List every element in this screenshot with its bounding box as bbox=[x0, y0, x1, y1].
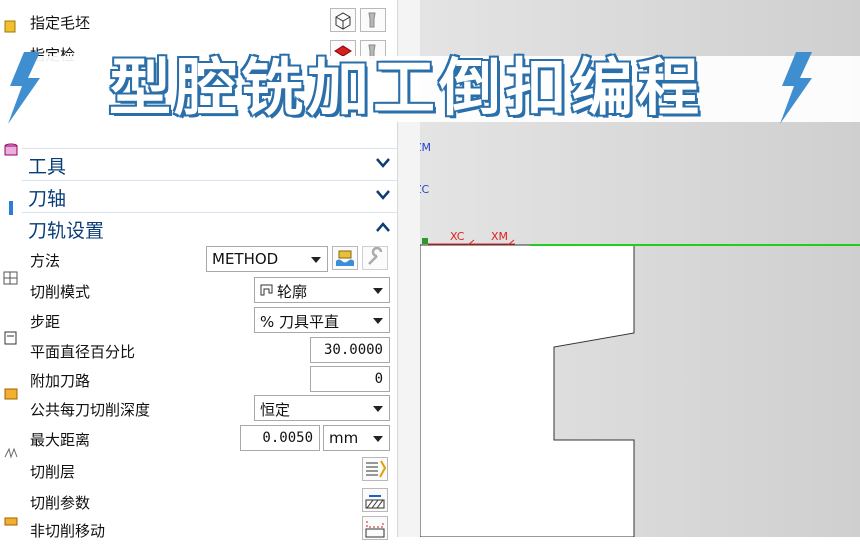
dropdown-arrow-icon bbox=[373, 406, 383, 412]
block-icon[interactable] bbox=[3, 385, 19, 401]
wrench-button[interactable] bbox=[362, 246, 388, 270]
wire-cube-icon bbox=[335, 12, 351, 30]
select-blank-button[interactable] bbox=[330, 8, 356, 32]
method-label: 方法 bbox=[30, 252, 61, 270]
stepover-row: 步距 % 刀具平直 bbox=[30, 305, 390, 335]
max-distance-label: 最大距离 bbox=[30, 431, 91, 449]
part-navigator-icon[interactable] bbox=[3, 18, 19, 34]
depth-per-cut-label: 公共每刀切削深度 bbox=[30, 401, 151, 419]
zm-label: ZM bbox=[420, 141, 431, 154]
cut-levels-button[interactable] bbox=[362, 457, 388, 481]
max-distance-input[interactable]: 0.0050 bbox=[240, 425, 320, 451]
cut-levels-icon bbox=[366, 460, 387, 478]
dropdown-arrow-icon bbox=[373, 288, 383, 294]
stepover-value: % 刀具平直 bbox=[260, 313, 340, 331]
method-dropdown[interactable]: METHOD bbox=[206, 246, 328, 272]
cut-pattern-row: 切削模式 轮廓 bbox=[30, 275, 390, 305]
cut-pattern-dropdown[interactable]: 轮廓 bbox=[254, 277, 390, 303]
cylinder-icon[interactable] bbox=[3, 142, 19, 158]
document-icon[interactable] bbox=[3, 330, 19, 346]
chevron-down-icon bbox=[376, 190, 390, 200]
origin-marker bbox=[422, 238, 428, 244]
flat-diameter-input[interactable]: 30.0000 bbox=[310, 337, 390, 363]
path-settings-section-header[interactable]: 刀轨设置 bbox=[22, 212, 397, 243]
grid-icon[interactable] bbox=[3, 270, 19, 286]
edit-method-button[interactable] bbox=[332, 246, 358, 270]
additional-passes-input[interactable]: 0 bbox=[310, 366, 390, 392]
method-water-icon bbox=[336, 250, 354, 266]
unit-dropdown[interactable]: mm bbox=[323, 425, 390, 451]
spring-icon[interactable] bbox=[3, 445, 19, 461]
dropdown-arrow-icon bbox=[311, 257, 321, 263]
chevron-up-icon bbox=[376, 222, 390, 232]
method-row: 方法 METHOD bbox=[30, 244, 390, 274]
depth-per-cut-row: 公共每刀切削深度 恒定 bbox=[30, 393, 390, 423]
flashlight-icon bbox=[368, 12, 376, 28]
non-cutting-icon bbox=[365, 521, 385, 538]
cut-params-button[interactable] bbox=[362, 488, 388, 512]
additional-passes-row: 附加刀路 0 bbox=[30, 364, 390, 394]
flat-diameter-label: 平面直径百分比 bbox=[30, 343, 136, 361]
cut-levels-label: 切削层 bbox=[30, 463, 76, 481]
cut-params-icon bbox=[365, 495, 385, 509]
display-blank-button[interactable] bbox=[360, 8, 386, 32]
xm-label: XM bbox=[491, 230, 508, 243]
non-cutting-label: 非切削移动 bbox=[30, 522, 106, 540]
specify-blank-label: 指定毛坯 bbox=[30, 14, 91, 32]
dropdown-arrow-icon bbox=[373, 436, 383, 442]
layers-icon[interactable] bbox=[3, 512, 19, 528]
depth-per-cut-value: 恒定 bbox=[260, 401, 291, 419]
chevron-down-icon bbox=[376, 158, 390, 168]
stepover-label: 步距 bbox=[30, 313, 61, 331]
axis-section-header[interactable]: 刀轴 bbox=[22, 180, 397, 211]
tool-section-title: 工具 bbox=[28, 156, 67, 178]
non-cutting-row: 非切削移动 bbox=[30, 514, 390, 544]
flat-diameter-row: 平面直径百分比 30.0000 bbox=[30, 335, 390, 365]
zc-label: ZC bbox=[420, 183, 430, 196]
unit-value: mm bbox=[329, 429, 359, 447]
profile-pattern-icon bbox=[260, 284, 273, 296]
cut-pattern-label: 切削模式 bbox=[30, 283, 91, 301]
additional-passes-label: 附加刀路 bbox=[30, 372, 91, 390]
cut-params-row: 切削参数 bbox=[30, 486, 390, 516]
banner-title: 型腔铣加工倒扣编程 bbox=[107, 50, 703, 126]
non-cutting-button[interactable] bbox=[362, 516, 388, 540]
cut-params-label: 切削参数 bbox=[30, 494, 91, 512]
method-value: METHOD bbox=[212, 250, 279, 268]
cut-pattern-value: 轮廓 bbox=[277, 283, 308, 301]
stepover-dropdown[interactable]: % 刀具平直 bbox=[254, 307, 390, 333]
specify-blank-row: 指定毛坯 bbox=[30, 6, 390, 36]
depth-per-cut-dropdown[interactable]: 恒定 bbox=[254, 395, 390, 421]
axis-section-title: 刀轴 bbox=[28, 188, 67, 210]
path-settings-section-title: 刀轨设置 bbox=[28, 220, 105, 242]
xc-label: XC bbox=[450, 230, 465, 243]
tool-section-header[interactable]: 工具 bbox=[22, 148, 397, 179]
drill-tool-icon[interactable] bbox=[3, 200, 19, 216]
wrench-icon bbox=[368, 246, 383, 265]
cut-levels-row: 切削层 bbox=[30, 455, 390, 485]
max-distance-row: 最大距离 0.0050 mm bbox=[30, 423, 390, 453]
dropdown-arrow-icon bbox=[373, 318, 383, 324]
